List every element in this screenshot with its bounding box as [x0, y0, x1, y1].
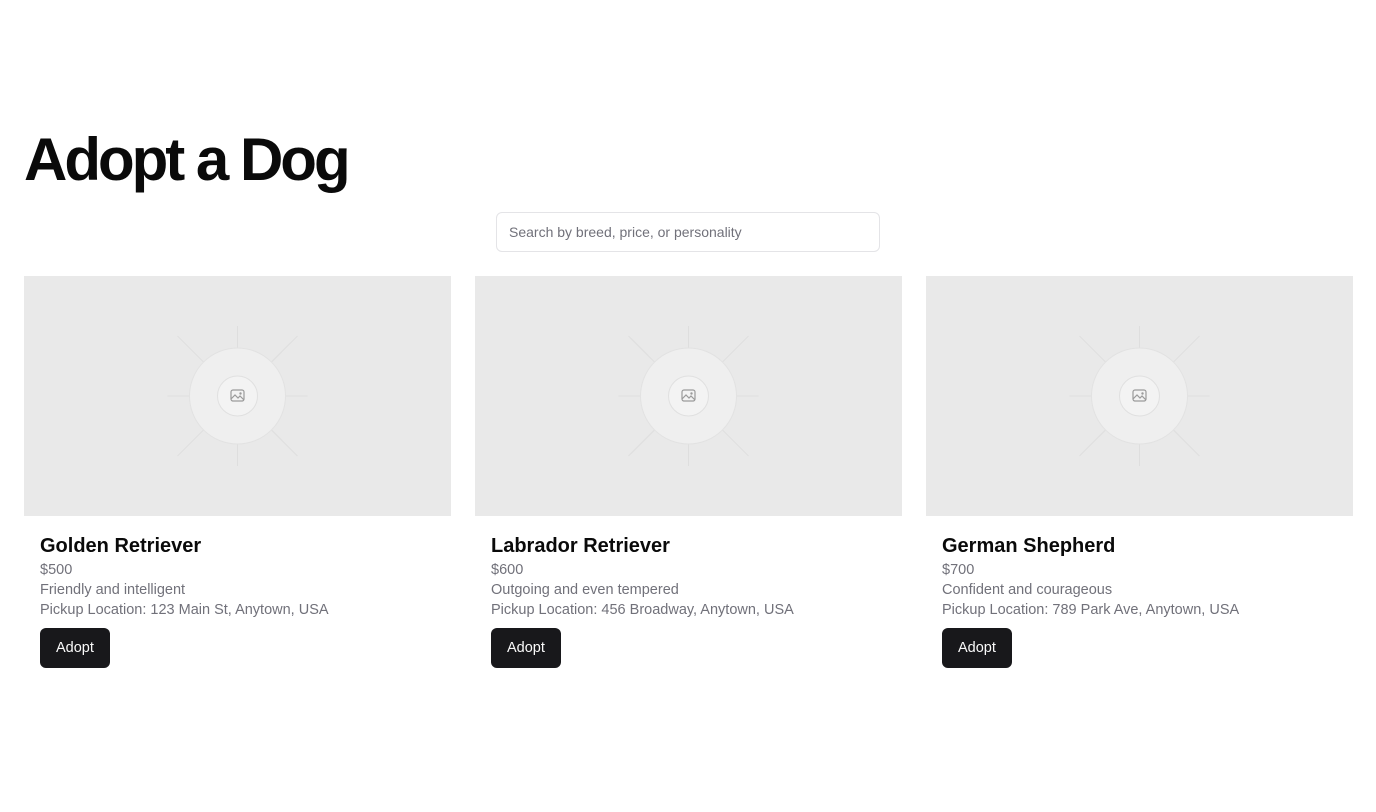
dog-image-placeholder — [926, 276, 1353, 516]
dog-personality: Friendly and intelligent — [40, 582, 186, 598]
dog-image-placeholder — [24, 276, 451, 516]
dog-card: German Shepherd $700 Confident and coura… — [926, 276, 1353, 676]
dog-price: $700 — [942, 562, 975, 578]
image-placeholder-icon — [618, 326, 759, 466]
image-placeholder-icon — [167, 326, 308, 466]
dog-price: $600 — [491, 562, 524, 578]
adopt-button[interactable]: Adopt — [942, 628, 1012, 668]
dog-card-grid: Golden Retriever $500 Friendly and intel… — [24, 276, 1353, 676]
adopt-button[interactable]: Adopt — [491, 628, 561, 668]
dog-personality: Outgoing and even tempered — [491, 582, 679, 598]
dog-pickup-location: Pickup Location: 789 Park Ave, Anytown, … — [942, 602, 1240, 618]
search-input[interactable] — [496, 212, 880, 252]
image-placeholder-icon — [1069, 326, 1210, 466]
dog-price: $500 — [40, 562, 73, 578]
adopt-button[interactable]: Adopt — [40, 628, 110, 668]
dog-pickup-location: Pickup Location: 123 Main St, Anytown, U… — [40, 602, 329, 618]
dog-name: Labrador Retriever — [491, 535, 670, 557]
dog-image-placeholder — [475, 276, 902, 516]
adopt-page: Adopt a Dog Search by breed, price, or p… — [0, 0, 1376, 812]
dog-pickup-location: Pickup Location: 456 Broadway, Anytown, … — [491, 602, 794, 618]
dog-card: Golden Retriever $500 Friendly and intel… — [24, 276, 451, 676]
dog-card: Labrador Retriever $600 Outgoing and eve… — [475, 276, 902, 676]
page-title: Adopt a Dog — [24, 126, 351, 193]
dog-personality: Confident and courageous — [942, 582, 1113, 598]
dog-name: German Shepherd — [942, 535, 1116, 557]
dog-name: Golden Retriever — [40, 535, 202, 557]
